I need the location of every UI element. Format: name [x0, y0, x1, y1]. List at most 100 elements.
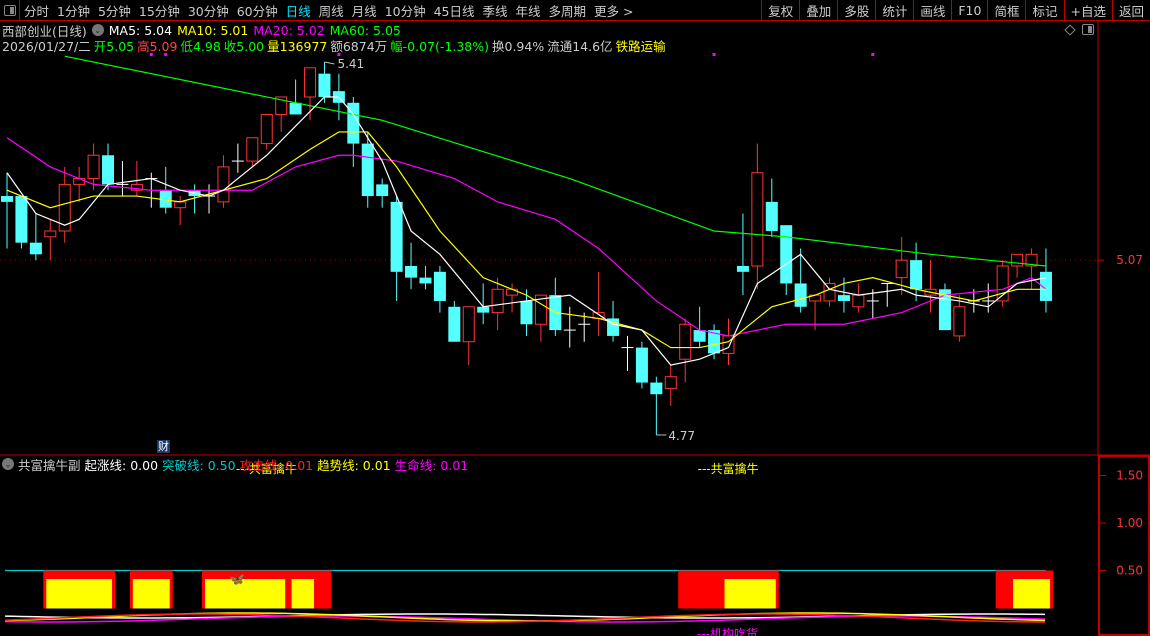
toolbar-button-6[interactable]: 简框 — [987, 0, 1025, 20]
signal-block-yellow — [291, 579, 315, 609]
indicator-axis-frame — [1098, 455, 1150, 636]
low: 低4.98 — [180, 38, 221, 54]
candle-up — [751, 172, 764, 267]
tab-period-6[interactable]: 日线 — [282, 1, 315, 20]
tab-period-3[interactable]: 15分钟 — [135, 1, 184, 20]
candle-up — [462, 306, 475, 343]
signal-block-yellow — [46, 579, 113, 609]
shengming-value: 生命线: 0.01 — [394, 457, 469, 473]
candle-down — [794, 283, 807, 307]
candle-down — [390, 201, 403, 272]
signal-marker — [712, 53, 716, 56]
tab-period-12[interactable]: 年线 — [512, 1, 545, 20]
candle-down — [29, 242, 42, 255]
gongji-value: 攻击线: 0.01 — [239, 457, 314, 473]
bottom-signal-label: ---机构吃货 — [697, 626, 758, 636]
toolbar-buttons: 复权 叠加 多股 统计 画线 F10 简框 标记 +自选 返回 — [761, 0, 1150, 20]
amount: 额6874万 — [330, 38, 388, 54]
candle-down — [376, 184, 389, 197]
signal-marker — [871, 53, 875, 56]
toolbar-button-1[interactable]: 叠加 — [799, 0, 837, 20]
candle-down — [780, 225, 793, 284]
candle-down — [361, 143, 374, 197]
candle-up — [1011, 253, 1024, 267]
dropdown-chevron-icon[interactable]: ⌄ — [2, 458, 14, 470]
candle-up — [506, 288, 519, 296]
dropdown-chevron-icon[interactable]: ⌄ — [91, 24, 104, 36]
open: 开5.05 — [93, 38, 135, 54]
volume: 量136977 — [267, 38, 328, 54]
qushi-value: 趋势线: 0.01 — [317, 457, 391, 473]
candle-down — [736, 265, 749, 272]
indicator-info-bar: ⌄ 共富擒牛副 起涨线: 0.00 突破线: 0.50 攻击线: 0.01 趋势… — [2, 455, 469, 474]
candle-up — [491, 288, 504, 314]
candle-down — [318, 73, 331, 97]
candle-up — [953, 306, 966, 337]
diamond-icon[interactable] — [1064, 23, 1076, 36]
indicator-axis-label: 0.50 — [1116, 564, 1143, 578]
candle-down — [650, 382, 663, 395]
tab-period-8[interactable]: 月线 — [348, 1, 381, 20]
candle-down — [910, 260, 923, 290]
candle-down — [765, 201, 778, 232]
panel-icon[interactable] — [1082, 24, 1094, 35]
candle-down — [448, 306, 461, 342]
low-label: 4.77 — [668, 429, 695, 443]
toolbar-button-5[interactable]: F10 — [951, 0, 987, 20]
tab-period-4[interactable]: 30分钟 — [184, 1, 233, 20]
quote-info-bar: 2026/01/27/二 开5.05 高5.09 低4.98 收5.00 量13… — [2, 36, 666, 55]
tab-period-0[interactable]: 分时 — [20, 1, 53, 20]
signal-block-yellow — [1013, 579, 1050, 609]
tab-period-13[interactable]: 多周期 — [545, 1, 591, 20]
tab-period-5[interactable]: 60分钟 — [233, 1, 282, 20]
tab-period-1[interactable]: 1分钟 — [53, 1, 94, 20]
candle-up — [823, 282, 836, 302]
signal-block-yellow — [205, 579, 286, 609]
toolbar-button-0[interactable]: 复权 — [761, 0, 799, 20]
signal-block-yellow — [724, 579, 776, 609]
candle-down — [837, 295, 850, 301]
candle-up — [87, 154, 100, 180]
indicator-name[interactable]: 共富擒牛副 — [18, 455, 81, 474]
kline-chart[interactable]: 5.075.414.771.501.000.50🦋---共富擒牛 ---共富擒牛-… — [0, 0, 1150, 636]
chart-corner-icons — [1064, 23, 1094, 36]
tab-period-9[interactable]: 10分钟 — [381, 1, 430, 20]
ma60-line — [64, 55, 1047, 267]
tab-period-14[interactable]: 更多 > — [590, 1, 637, 20]
toolbar-button-2[interactable]: 多股 — [837, 0, 875, 20]
candle-down — [405, 265, 418, 278]
candle-down — [289, 102, 302, 115]
close: 收5.00 — [223, 38, 265, 54]
price-axis-label: 5.07 — [1116, 253, 1143, 267]
candle-up — [895, 259, 908, 279]
panel-toggle-button[interactable] — [0, 0, 20, 20]
candle-down — [635, 347, 648, 383]
candle-up — [304, 67, 317, 98]
signal-label: ---共富擒牛 — [698, 461, 759, 476]
high: 高5.09 — [137, 38, 178, 54]
toolbar-button-3[interactable]: 统计 — [875, 0, 913, 20]
toolbar-button-8[interactable]: +自选 — [1063, 0, 1112, 20]
toolbar-button-9[interactable]: 返回 — [1111, 0, 1150, 20]
candle-up — [679, 323, 692, 360]
indicator-axis-label: 1.00 — [1116, 516, 1143, 530]
candle-down — [477, 306, 490, 313]
toolbar-button-4[interactable]: 画线 — [913, 0, 951, 20]
toolbar-button-7[interactable]: 标记 — [1025, 0, 1063, 20]
high-label: 5.41 — [337, 57, 364, 71]
finance-badge[interactable]: 财 — [157, 440, 170, 453]
change: 幅-0.07(-1.38%) — [390, 38, 489, 54]
candle-down — [1, 196, 13, 202]
tab-period-11[interactable]: 季线 — [479, 1, 512, 20]
toolbar: 分时 1分钟 5分钟 15分钟 30分钟 60分钟 日线 周线 月线 10分钟 45日线 季线 年线 多周… — [0, 0, 1150, 21]
panel-icon — [3, 4, 16, 16]
candle-down — [102, 155, 115, 185]
candle-down — [419, 277, 432, 284]
candle-up — [174, 201, 187, 209]
tab-period-10[interactable]: 45日线 — [430, 1, 479, 20]
candle-up — [260, 113, 273, 145]
qizhang-value: 起涨线: 0.00 — [84, 457, 159, 473]
tab-period-2[interactable]: 5分钟 — [94, 1, 135, 20]
tab-period-7[interactable]: 周线 — [315, 1, 348, 20]
industry-link[interactable]: 铁路运输 — [616, 36, 666, 55]
